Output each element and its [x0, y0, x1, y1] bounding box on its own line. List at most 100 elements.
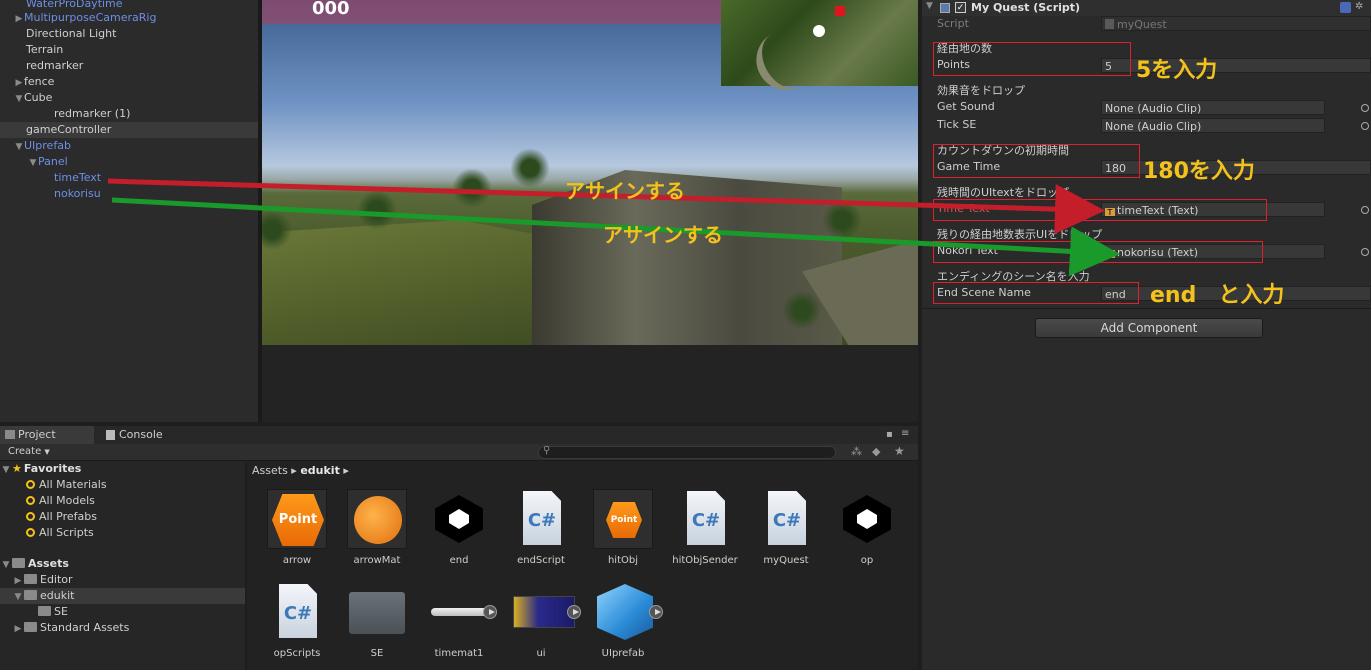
collapse-arrow-icon[interactable]: ▼	[14, 91, 24, 107]
minimap-path	[745, 0, 897, 101]
help-icon[interactable]	[1340, 2, 1351, 13]
hierarchy-item[interactable]: ▼ Cube	[0, 90, 258, 106]
favorite-star-icon[interactable]: ★	[894, 444, 905, 458]
hierarchy-item[interactable]: Directional Light	[0, 26, 258, 42]
ui-preview-icon	[513, 596, 575, 628]
asset-item[interactable]: C# hitObjSender	[665, 489, 745, 577]
hierarchy-item[interactable]: gameController	[0, 122, 258, 138]
annotation-assign-1: アサインする	[565, 179, 685, 203]
breadcrumb-current[interactable]: edukit	[300, 464, 340, 477]
tree-folder[interactable]: ▼ edukit	[0, 588, 245, 604]
folder-icon	[38, 606, 51, 616]
search-input[interactable]: ⚲	[538, 445, 836, 459]
asset-item[interactable]: SE	[337, 582, 417, 670]
tab-project[interactable]: Project	[0, 426, 94, 444]
tree-assets[interactable]: ▼ Assets	[0, 556, 245, 572]
object-picker-icon[interactable]	[1361, 104, 1369, 112]
gear-icon[interactable]: ✲	[1355, 1, 1363, 12]
folder-icon	[24, 590, 37, 600]
asset-item[interactable]: arrowMat	[337, 489, 417, 577]
menu-icon[interactable]: ≡	[901, 428, 909, 439]
hierarchy-item[interactable]: ▶ fence	[0, 74, 258, 90]
hierarchy-item[interactable]: Terrain	[0, 42, 258, 58]
create-dropdown[interactable]: Create ▼	[8, 446, 50, 457]
hierarchy-item[interactable]: ▼ Panel	[0, 154, 258, 170]
material-sphere	[354, 496, 402, 544]
unity-scene-icon	[435, 495, 483, 543]
script-field[interactable]: myQuest	[1101, 16, 1371, 31]
timeline-bar-icon	[431, 608, 491, 616]
filter-label-icon[interactable]: ◆	[872, 445, 880, 458]
expand-arrow-icon[interactable]: ▶	[14, 11, 24, 27]
tree-favorites[interactable]: ▼ ★ Favorites	[0, 461, 245, 477]
collapse-arrow-icon[interactable]: ▼	[0, 462, 12, 478]
hierarchy-item[interactable]: redmarker (1)	[0, 106, 258, 122]
breadcrumb-root[interactable]: Assets	[252, 464, 288, 477]
object-picker-icon[interactable]	[1361, 248, 1369, 256]
folder-icon	[12, 558, 25, 568]
prefab-thumbnail: Point	[593, 489, 653, 549]
search-icon: ⚲	[543, 445, 551, 456]
highlight-box	[933, 144, 1140, 178]
tab-console[interactable]: Console	[101, 426, 191, 444]
collapse-arrow-icon[interactable]: ▼	[926, 1, 933, 11]
tree-folder[interactable]: SE	[0, 604, 245, 620]
hierarchy-item[interactable]: timeText	[0, 170, 258, 186]
expand-arrow-icon[interactable]: ▶	[12, 573, 24, 589]
project-tree: ▼ ★ Favorites All Materials All Models All…	[0, 461, 245, 670]
tree-favorite-item[interactable]: All Prefabs	[0, 509, 245, 525]
tree-favorite-item[interactable]: All Models	[0, 493, 245, 509]
tree-favorite-item[interactable]: All Scripts	[0, 525, 245, 541]
palm-tree	[510, 148, 550, 188]
asset-item[interactable]: Point hitObj	[583, 489, 663, 577]
object-picker-icon[interactable]	[1361, 206, 1369, 214]
tree-folder[interactable]: ▶ Standard Assets	[0, 620, 245, 636]
cube-prefab-icon	[597, 584, 653, 640]
collapse-arrow-icon[interactable]: ▼	[0, 557, 12, 573]
play-icon[interactable]	[483, 605, 497, 619]
tree-folder[interactable]: ▶ Editor	[0, 572, 245, 588]
asset-item[interactable]: end	[419, 489, 499, 577]
prefab-thumbnail	[593, 582, 663, 642]
tree-favorite-item[interactable]: All Materials	[0, 477, 245, 493]
object-picker-icon[interactable]	[1361, 122, 1369, 130]
asset-item[interactable]: op	[827, 489, 907, 577]
asset-label: SE	[370, 648, 384, 659]
lock-icon[interactable]: ▪	[886, 429, 893, 440]
hierarchy-item[interactable]: nokorisu	[0, 186, 258, 202]
component-header[interactable]: ▼ ✓ My Quest (Script) ✲	[922, 0, 1371, 16]
enable-checkbox[interactable]: ✓	[955, 2, 966, 13]
collapse-arrow-icon[interactable]: ▼	[12, 589, 24, 605]
expand-arrow-icon[interactable]: ▶	[14, 75, 24, 91]
asset-item[interactable]: UIprefab	[583, 582, 663, 670]
asset-item[interactable]: ui	[501, 582, 581, 670]
annotation-end: end と入力	[1150, 283, 1285, 308]
filter-type-icon[interactable]: ⁂	[851, 445, 862, 458]
get-sound-field[interactable]: None (Audio Clip)	[1101, 100, 1325, 115]
play-icon[interactable]	[649, 605, 663, 619]
hierarchy-item[interactable]: ▶ MultipurposeCameraRig	[0, 10, 258, 26]
tick-se-field[interactable]: None (Audio Clip)	[1101, 118, 1325, 133]
collapse-arrow-icon[interactable]: ▼	[14, 139, 24, 155]
asset-item[interactable]: timemat1	[419, 582, 499, 670]
hierarchy-item[interactable]: ▼ UIprefab	[0, 138, 258, 154]
highlight-box	[933, 199, 1267, 221]
point-logo: Point	[606, 502, 642, 538]
asset-label: arrow	[282, 555, 312, 566]
search-icon	[26, 528, 35, 537]
asset-item[interactable]: C# endScript	[501, 489, 581, 577]
palm-tree	[357, 190, 397, 230]
asset-item[interactable]: C# myQuest	[746, 489, 826, 577]
palm-tree	[822, 200, 862, 240]
collapse-arrow-icon[interactable]: ▼	[28, 155, 38, 171]
hierarchy-panel: WaterProDaytime ▶ MultipurposeCameraRig D…	[0, 0, 258, 422]
asset-label: ui	[536, 648, 546, 659]
tick-se-label: Tick SE	[937, 118, 977, 131]
hierarchy-item[interactable]: redmarker	[0, 58, 258, 74]
asset-item[interactable]: C# opScripts	[257, 582, 337, 670]
add-component-button[interactable]: Add Component	[1035, 318, 1263, 338]
expand-arrow-icon[interactable]: ▶	[12, 621, 24, 637]
asset-item[interactable]: Point arrow	[257, 489, 337, 577]
play-icon[interactable]	[567, 605, 581, 619]
game-view[interactable]: 000	[262, 0, 918, 345]
